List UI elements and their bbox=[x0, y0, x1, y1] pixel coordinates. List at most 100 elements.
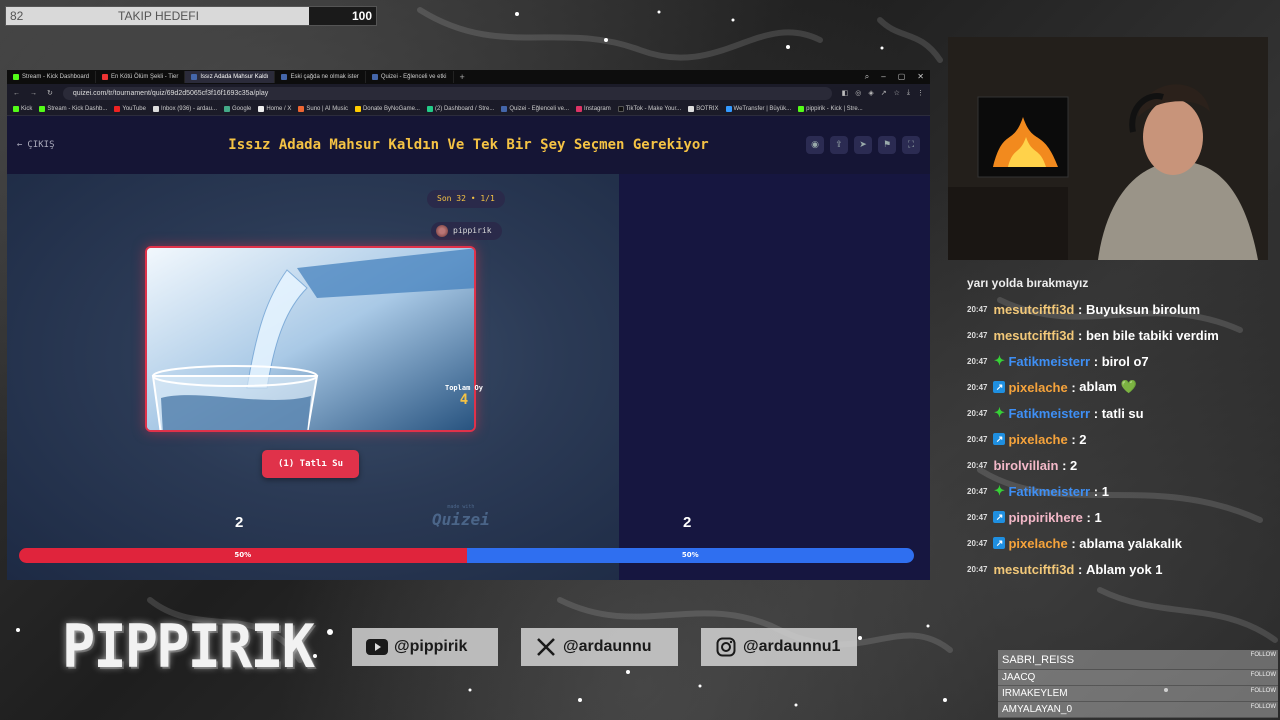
new-tab-icon[interactable]: + bbox=[454, 72, 471, 82]
right-percent: 50% bbox=[466, 548, 914, 563]
donate-icon bbox=[354, 105, 361, 112]
bookmark-item[interactable]: Instagram bbox=[576, 105, 611, 112]
quiz-header: ← ÇIKIŞ Issız Adada Mahsur Kaldın Ve Tek… bbox=[7, 116, 930, 174]
chat-timestamp: 20:47 bbox=[967, 408, 988, 418]
chat-timestamp: 20:47 bbox=[967, 512, 988, 522]
bookmark-item[interactable]: Suno | AI Music bbox=[298, 105, 348, 112]
bookmark-item[interactable]: (2) Dashboard / Stre... bbox=[426, 105, 494, 112]
bookmark-item[interactable]: pippirik - Kick | Stre... bbox=[798, 105, 863, 112]
chat-separator: : bbox=[1074, 327, 1086, 343]
share-icon[interactable]: ↗ bbox=[881, 89, 887, 97]
chat-username[interactable]: Fatikmeisterr bbox=[1008, 406, 1090, 421]
youtube-handle: @pippirik bbox=[394, 638, 468, 655]
total-votes: Toplam Oy 4 bbox=[445, 384, 483, 408]
bookmark-item[interactable]: Donate ByNoGame... bbox=[354, 105, 420, 112]
channel-logo: PIPPIRIK bbox=[62, 612, 315, 682]
chat-message: 20:47 ✦ Fatikmeisterr : 1 bbox=[958, 478, 1234, 504]
star-icon[interactable]: ☆ bbox=[894, 89, 900, 97]
close-icon[interactable]: ✕ bbox=[917, 72, 924, 82]
bookmark-item[interactable]: WeTransfer | Büyük... bbox=[725, 105, 791, 112]
chat-username[interactable]: mesutciftfi3d bbox=[993, 328, 1074, 343]
chat-username[interactable]: pixelache bbox=[1008, 536, 1067, 551]
water-glass-image bbox=[147, 248, 474, 430]
moderator-badge-icon: ↗ bbox=[993, 381, 1006, 393]
forward-arrow-icon[interactable]: → bbox=[30, 90, 37, 97]
chat-timestamp: 20:47 bbox=[967, 356, 988, 366]
total-votes-value: 4 bbox=[459, 392, 469, 408]
quiz-page: ← ÇIKIŞ Issız Adada Mahsur Kaldın Ve Tek… bbox=[7, 116, 930, 580]
tiktok-icon bbox=[617, 105, 624, 112]
suno-icon bbox=[298, 105, 305, 112]
reload-icon[interactable]: ↻ bbox=[47, 89, 53, 97]
back-arrow-icon[interactable]: ← bbox=[13, 90, 20, 97]
chat-text: tatli su bbox=[1101, 405, 1144, 421]
flag-icon[interactable]: ⚑ bbox=[878, 136, 896, 154]
moderator-badge-icon: ↗ bbox=[993, 433, 1006, 445]
fullscreen-icon[interactable]: ⛶ bbox=[902, 136, 920, 154]
choice-label-button[interactable]: (1) Tatlı Su bbox=[262, 450, 359, 478]
search-tabs-icon[interactable]: ⌕ bbox=[865, 72, 869, 82]
shield-icon[interactable]: ◈ bbox=[868, 89, 873, 97]
kick-icon bbox=[798, 105, 805, 112]
bookmark-item[interactable]: YouTube bbox=[114, 105, 146, 112]
tab-quizei[interactable]: Quizei - Eğlenceli ve etki bbox=[366, 71, 454, 83]
chat-message: 20:47 ↗ pixelache : 2 bbox=[958, 426, 1234, 452]
chat-timestamp: 20:47 bbox=[967, 486, 988, 496]
chat-message: 20:47 mesutciftfi3d : Buyuksun birolum bbox=[958, 296, 1234, 322]
tab-quiz-active[interactable]: Issız Adada Mahsur Kaldı bbox=[185, 71, 276, 83]
moderator-badge-icon: ↗ bbox=[993, 537, 1006, 549]
tab-kick-dashboard[interactable]: Stream - Kick Dashboard bbox=[7, 71, 97, 83]
chat-username[interactable]: pixelache bbox=[1008, 380, 1067, 395]
chat-username[interactable]: Fatikmeisterr bbox=[1008, 354, 1090, 369]
chat-timestamp: 20:47 bbox=[967, 304, 988, 314]
download-icon[interactable]: ⤓ bbox=[907, 89, 910, 97]
bookmark-item[interactable]: Home / X bbox=[258, 105, 291, 112]
webcam-feed bbox=[948, 37, 1268, 260]
menu-icon[interactable]: ⋮ bbox=[917, 89, 924, 97]
chat-username[interactable]: pixelache bbox=[1008, 432, 1067, 447]
right-choice-pane[interactable] bbox=[619, 174, 930, 580]
round-indicator: Son 32 • 1/1 bbox=[427, 190, 505, 208]
chat-message: 20:47 ✦ Fatikmeisterr : birol o7 bbox=[958, 348, 1234, 374]
instagram-social: @ardaunnu1 bbox=[701, 628, 857, 666]
bookmark-item[interactable]: Google bbox=[223, 105, 251, 112]
kick-icon bbox=[13, 74, 19, 80]
chat-separator: : bbox=[1090, 483, 1102, 499]
share-icon[interactable]: ⇪ bbox=[830, 136, 848, 154]
chat-timestamp: 20:47 bbox=[967, 564, 988, 574]
choice-image-card[interactable] bbox=[145, 246, 476, 432]
chat-username[interactable]: pippirikhere bbox=[1008, 510, 1082, 525]
bookmark-item[interactable]: Inbox (936) - ardau... bbox=[152, 105, 217, 112]
youtube-icon bbox=[114, 105, 121, 112]
subscriber-badge-icon: ✦ bbox=[994, 405, 1005, 420]
youtube-social: @pippirik bbox=[352, 628, 498, 666]
bookmark-item[interactable]: BOTRIX bbox=[688, 105, 719, 112]
chat-separator: : bbox=[1090, 353, 1102, 369]
maximize-icon[interactable]: ▢ bbox=[898, 72, 906, 82]
chat-username[interactable]: birolvillain bbox=[993, 458, 1058, 473]
chat-separator: : bbox=[1090, 405, 1102, 421]
extension-icon[interactable]: ◧ bbox=[842, 89, 849, 97]
quiz-title: Issız Adada Mahsur Kaldın Ve Tek Bir Şey… bbox=[228, 137, 709, 153]
chat-message: 20:47 mesutciftfi3d : Ablam yok 1 bbox=[958, 556, 1234, 582]
bookmark-item[interactable]: Stream - Kick Dashb... bbox=[39, 105, 107, 112]
send-icon[interactable]: ➤ bbox=[854, 136, 872, 154]
bookmark-item[interactable]: Quizei - Eğlenceli ve... bbox=[501, 105, 569, 112]
screenshot-icon[interactable]: ◎ bbox=[855, 89, 861, 97]
bookmark-item[interactable]: TikTok - Make Your... bbox=[617, 105, 681, 112]
chat-text: 1 bbox=[1094, 509, 1102, 525]
bookmark-item[interactable]: Kick bbox=[13, 105, 32, 112]
chat-username[interactable]: Fatikmeisterr bbox=[1008, 484, 1090, 499]
minimize-icon[interactable]: – bbox=[881, 72, 885, 82]
exit-button[interactable]: ← ÇIKIŞ bbox=[17, 140, 55, 150]
x-icon bbox=[258, 105, 265, 112]
chat-username[interactable]: mesutciftfi3d bbox=[993, 302, 1074, 317]
eye-icon[interactable]: ◉ bbox=[806, 136, 824, 154]
chat-timestamp: 20:47 bbox=[967, 538, 988, 548]
chat-username[interactable]: mesutciftfi3d bbox=[993, 562, 1074, 577]
tab-old-age[interactable]: Eski çağda ne olmak ister bbox=[275, 71, 366, 83]
x-handle: @ardaunnu bbox=[563, 638, 652, 655]
tab-tierlist[interactable]: En Kötü Ölüm Şekli - Tier bbox=[96, 71, 186, 83]
url-field[interactable]: quizei.com/tr/tournament/quiz/69d2d5065c… bbox=[62, 86, 832, 100]
kick-icon bbox=[13, 105, 19, 112]
